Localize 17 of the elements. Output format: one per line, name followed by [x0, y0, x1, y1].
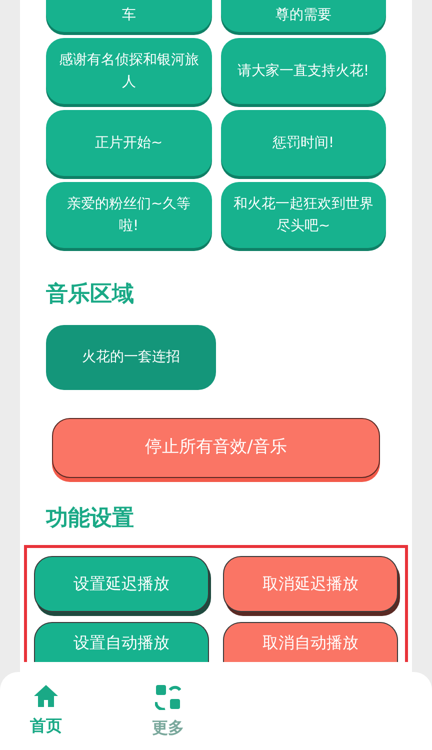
- sound-button[interactable]: 车: [46, 0, 212, 32]
- music-button[interactable]: 火花的一套连招: [46, 325, 216, 390]
- sound-button[interactable]: 和火花一起狂欢到世界尽头吧~: [220, 182, 386, 248]
- apps-icon: [155, 684, 181, 710]
- sound-button[interactable]: 请大家一直支持火花!: [220, 38, 386, 104]
- sound-button[interactable]: 感谢有名侦探和银河旅人: [46, 38, 212, 104]
- section-title: 音乐区域: [45, 280, 135, 309]
- settings-button[interactable]: 取消自动播放: [223, 622, 398, 662]
- home-icon: [33, 684, 59, 708]
- sound-button[interactable]: 尊的需要: [220, 0, 386, 32]
- sound-button[interactable]: 正片开始~: [46, 110, 212, 176]
- nav-tab[interactable]: 更多: [152, 684, 184, 750]
- settings-button[interactable]: 设置自动播放: [34, 622, 209, 662]
- sound-button[interactable]: 亲爱的粉丝们~久等啦!: [46, 182, 212, 248]
- sound-button[interactable]: 惩罚时间!: [220, 110, 386, 176]
- section-title: 功能设置: [44, 505, 135, 533]
- nav-tab[interactable]: 首页: [30, 684, 62, 750]
